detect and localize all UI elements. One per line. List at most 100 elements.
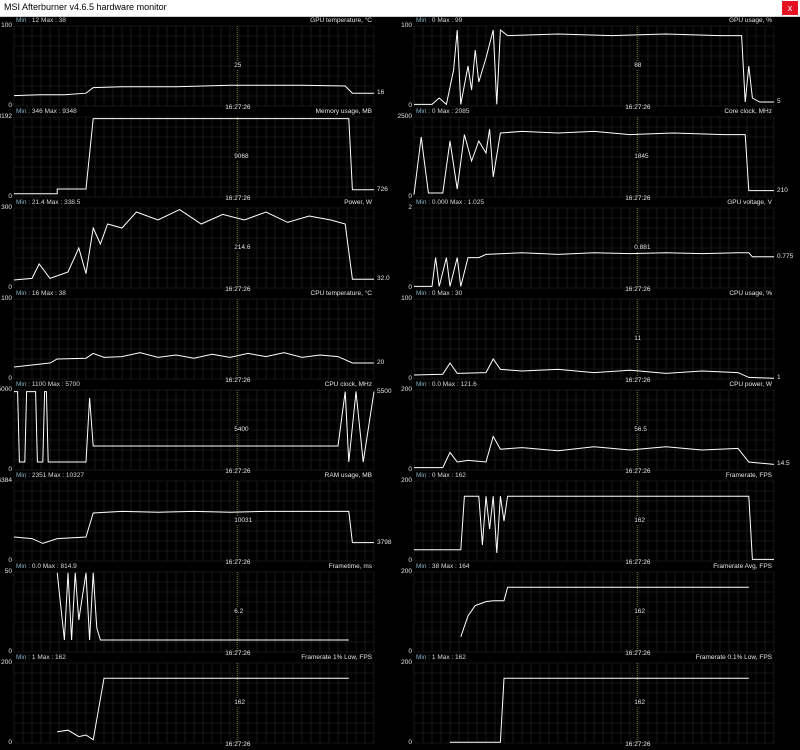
graph-title: GPU voltage, V (727, 199, 772, 206)
y-axis-min-label: 0 (408, 557, 412, 564)
y-axis-max-label: 300 (1, 204, 12, 211)
min-label: Min : (416, 654, 432, 661)
max-value: 9348 (62, 108, 77, 115)
min-value: 346 (31, 108, 43, 115)
min-label: Min : (416, 199, 432, 206)
y-axis-min-label: 0 (8, 557, 12, 564)
marker-value: 162 (233, 699, 247, 706)
max-value: 10327 (65, 472, 84, 479)
min-label: Min : (16, 199, 32, 206)
graph-title: Framerate 0.1% Low, FPS (695, 654, 772, 661)
y-axis-min-label: 0 (8, 375, 12, 382)
max-value: 162 (55, 654, 66, 661)
y-axis-max-label: 100 (401, 22, 412, 29)
max-label: Max : (39, 17, 59, 24)
min-label: Min : (16, 472, 32, 479)
min-max-readout: Min : 0 Max : 99 (416, 17, 462, 24)
min-value: 1100 (31, 381, 46, 388)
min-max-readout: Min : 0 Max : 162 (416, 472, 466, 479)
max-value: 162 (455, 472, 466, 479)
time-label: 16:27:26 (625, 559, 651, 566)
current-value: 16 (377, 89, 385, 97)
marker-value: 25 (233, 62, 243, 69)
current-value: 0.775 (777, 252, 794, 260)
min-max-readout: Min : 1100 Max : 5700 (16, 381, 80, 388)
time-label: 16:27:26 (225, 377, 251, 384)
y-axis-max-label: 2500 (397, 113, 412, 120)
min-max-readout: Min : 0 Max : 30 (416, 290, 462, 297)
graph-title: Framerate Avg, FPS (713, 563, 772, 570)
max-label: Max : (435, 654, 456, 661)
max-label: Max : (46, 472, 66, 479)
max-label: Max : (44, 199, 65, 206)
min-max-readout: Min : 346 Max : 9348 (16, 108, 77, 115)
close-button[interactable]: x (782, 1, 798, 15)
max-value: 30 (455, 290, 463, 297)
marker-value: 10031 (233, 517, 254, 524)
time-label: 16:27:26 (625, 377, 651, 384)
min-label: Min : (16, 108, 32, 115)
time-label: 16:27:26 (625, 104, 651, 111)
y-axis-max-label: 100 (401, 295, 412, 302)
marker-value: 214.6 (233, 244, 252, 251)
max-label: Max : (440, 381, 461, 388)
min-max-readout: Min : 0.0 Max : 814.9 (16, 563, 77, 570)
graph-title: CPU power, W (729, 381, 772, 388)
y-axis-min-label: 0 (408, 466, 412, 473)
y-axis-max-label: 200 (1, 659, 12, 666)
time-label: 16:27:26 (225, 559, 251, 566)
min-max-readout: Min : 21.4 Max : 338.5 (16, 199, 80, 206)
marker-value: 5400 (233, 426, 250, 433)
graph-title: CPU temperature, °C (310, 290, 372, 297)
y-axis-min-label: 0 (8, 284, 12, 291)
y-axis-min-label: 0 (408, 375, 412, 382)
min-label: Min : (16, 654, 32, 661)
time-label: 16:27:26 (225, 741, 251, 748)
current-value: 726 (377, 185, 388, 193)
max-value: 2085 (455, 108, 470, 115)
max-value: 1.025 (467, 199, 484, 206)
graph-title: CPU clock, MHz (324, 381, 372, 388)
min-label: Min : (416, 472, 432, 479)
y-axis-max-label: 200 (401, 568, 412, 575)
max-label: Max : (435, 108, 456, 115)
graph-title: Framerate 1% Low, FPS (301, 654, 372, 661)
y-axis-max-label: 200 (401, 659, 412, 666)
graph-labels: Min : 12 Max : 38 GPU temperature, °C 100 0… (0, 17, 800, 750)
max-label: Max : (448, 199, 468, 206)
min-max-readout: Min : 0 Max : 2085 (416, 108, 470, 115)
max-label: Max : (35, 654, 56, 661)
time-label: 16:27:26 (625, 741, 651, 748)
graph-title: CPU usage, % (729, 290, 772, 297)
graph-title: Power, W (344, 199, 372, 206)
time-label: 16:27:26 (625, 650, 651, 657)
max-value: 338.5 (64, 199, 81, 206)
min-max-readout: Min : 2351 Max : 10327 (16, 472, 84, 479)
max-value: 164 (458, 563, 470, 570)
y-axis-max-label: 2 (408, 204, 412, 211)
max-value: 5700 (65, 381, 80, 388)
marker-value: 162 (633, 517, 647, 524)
max-value: 162 (455, 654, 466, 661)
time-label: 16:27:26 (225, 104, 251, 111)
max-label: Max : (435, 290, 456, 297)
min-value: 0.000 (431, 199, 449, 206)
max-label: Max : (435, 472, 456, 479)
max-value: 38 (58, 290, 66, 297)
marker-value: 162 (633, 608, 647, 615)
y-axis-max-label: 5000 (0, 386, 12, 393)
min-max-readout: Min : 1 Max : 162 (16, 654, 66, 661)
current-value: 20 (377, 359, 385, 366)
window-titlebar: MSI Afterburner v4.6.5 hardware monitor … (0, 0, 800, 17)
graph-title: RAM usage, MB (324, 472, 372, 479)
y-axis-max-label: 200 (401, 386, 412, 393)
marker-value: 1845 (633, 153, 650, 160)
max-label: Max : (435, 17, 456, 24)
time-label: 16:27:26 (225, 286, 251, 293)
min-value: 0.0 (431, 381, 441, 388)
min-max-readout: Min : 16 Max : 38 (16, 290, 66, 297)
max-label: Max : (39, 290, 59, 297)
min-label: Min : (16, 17, 32, 24)
min-label: Min : (416, 290, 432, 297)
current-value: 5 (777, 98, 781, 105)
